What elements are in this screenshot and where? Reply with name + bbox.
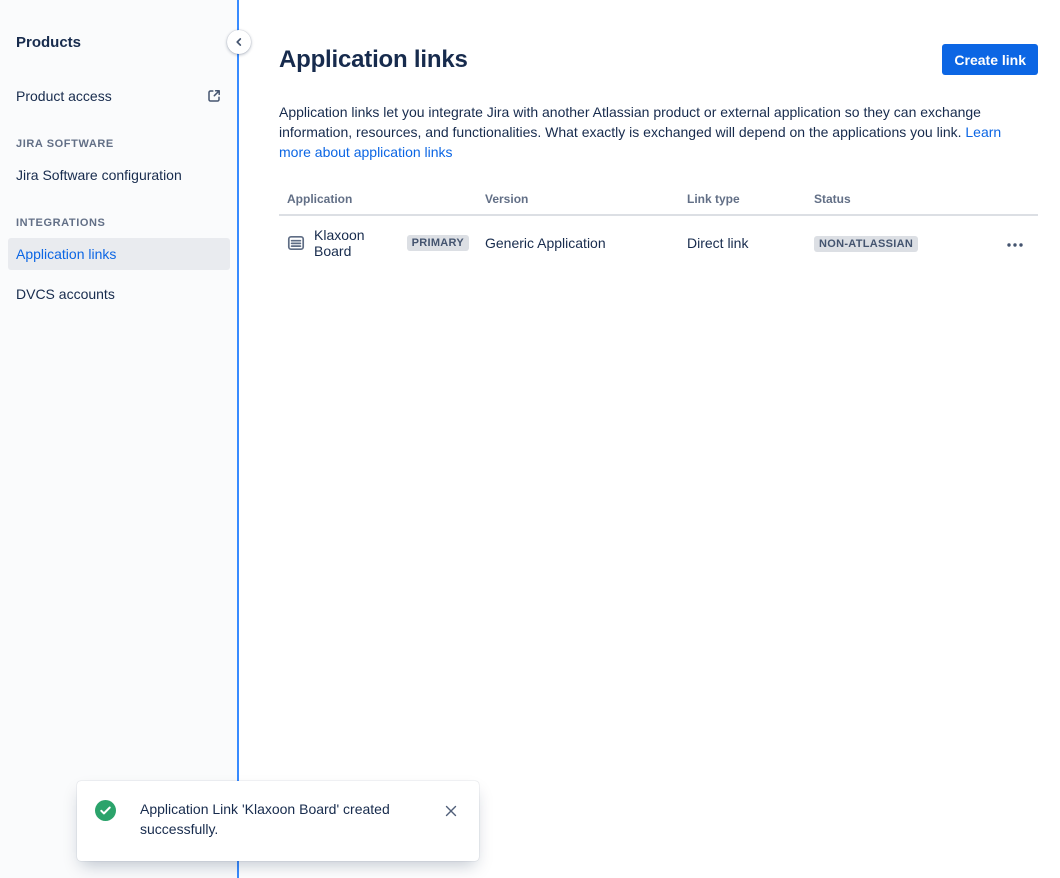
description-text: Application links let you integrate Jira… bbox=[279, 104, 981, 140]
sidebar-item-label: DVCS accounts bbox=[16, 286, 115, 302]
meatball-menu-icon bbox=[1006, 242, 1024, 248]
generic-application-icon bbox=[287, 234, 305, 252]
application-cell: Klaxoon Board PRIMARY bbox=[287, 227, 469, 259]
status-badge: NON-ATLASSIAN bbox=[814, 236, 918, 252]
title-row: Application links Create link bbox=[279, 44, 1038, 75]
sidebar-item-label: Product access bbox=[16, 88, 112, 104]
main-content: Application links Create link Applicatio… bbox=[239, 0, 1060, 878]
chevron-left-icon bbox=[232, 35, 246, 49]
sidebar-item-product-access[interactable]: Product access bbox=[8, 80, 230, 112]
sidebar: Products Product access JIRA SOFTWARE Ji… bbox=[0, 0, 238, 878]
toast-close-button[interactable] bbox=[441, 801, 461, 821]
more-actions-button[interactable] bbox=[1004, 240, 1026, 250]
sidebar-title: Products bbox=[8, 34, 230, 51]
application-name: Klaxoon Board bbox=[314, 227, 398, 259]
sidebar-item-dvcs-accounts[interactable]: DVCS accounts bbox=[8, 278, 230, 310]
sidebar-item-label: Jira Software configuration bbox=[16, 167, 182, 183]
column-header-status: Status bbox=[806, 188, 990, 215]
success-check-icon bbox=[95, 800, 116, 826]
sidebar-item-label: Application links bbox=[16, 246, 116, 262]
sidebar-section-integrations: INTEGRATIONS bbox=[8, 217, 230, 229]
link-type: Direct link bbox=[679, 215, 806, 270]
external-link-icon bbox=[206, 88, 222, 104]
sidebar-section-jira-software: JIRA SOFTWARE bbox=[8, 138, 230, 150]
column-header-version: Version bbox=[477, 188, 679, 215]
create-link-button[interactable]: Create link bbox=[942, 44, 1038, 75]
success-toast: Application Link 'Klaxoon Board' created… bbox=[77, 781, 479, 861]
close-icon bbox=[443, 803, 459, 819]
application-version: Generic Application bbox=[477, 215, 679, 270]
sidebar-collapse-button[interactable] bbox=[227, 30, 251, 54]
column-header-actions bbox=[990, 188, 1038, 215]
primary-badge: PRIMARY bbox=[407, 235, 469, 251]
toast-message: Application Link 'Klaxoon Board' created… bbox=[140, 799, 402, 839]
description: Application links let you integrate Jira… bbox=[279, 102, 1035, 162]
table-header-row: Application Version Link type Status bbox=[279, 188, 1038, 215]
table-row: Klaxoon Board PRIMARY Generic Applicatio… bbox=[279, 215, 1038, 270]
sidebar-item-jira-software-configuration[interactable]: Jira Software configuration bbox=[8, 159, 230, 191]
application-links-table: Application Version Link type Status bbox=[279, 188, 1038, 270]
column-header-application: Application bbox=[279, 188, 477, 215]
sidebar-item-application-links[interactable]: Application links bbox=[8, 238, 230, 270]
column-header-link-type: Link type bbox=[679, 188, 806, 215]
page-title: Application links bbox=[279, 46, 468, 74]
